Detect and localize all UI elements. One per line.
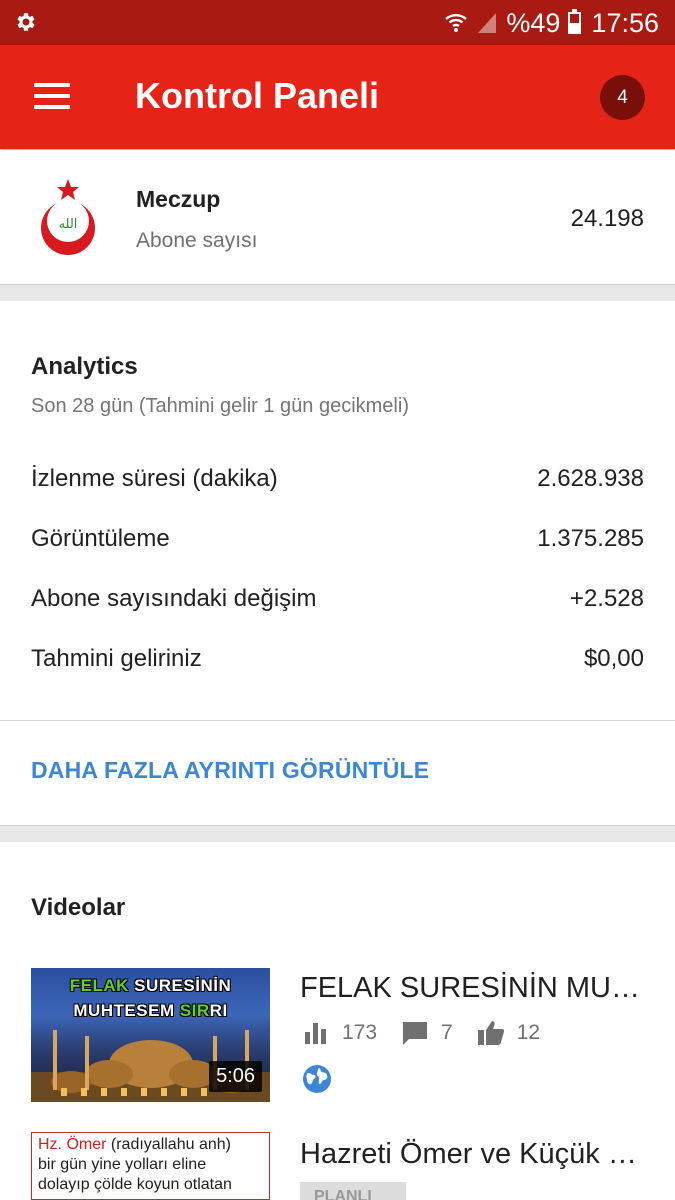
video-thumbnail[interactable]: FELAK SURESİNİN MUHTESEM SIRRI 5:06 (31, 968, 270, 1102)
battery-percent: %49 (506, 7, 561, 38)
clock: 17:56 (591, 7, 659, 38)
analytics-title: Analytics (31, 353, 138, 380)
metric-label: Tahmini geliriniz (31, 645, 202, 672)
metric-value: $0,00 (583, 645, 644, 672)
videos-title: Videolar (31, 894, 126, 921)
menu-icon[interactable] (34, 83, 70, 111)
metric-label: İzlenme süresi (dakika) (31, 465, 278, 492)
channel-card[interactable]: الله Meczup Abone sayısı 24.198 (0, 150, 675, 285)
metric-value: 1.375.285 (537, 525, 644, 552)
thumbnail-caption: FELAK SURESİNİN (69, 976, 232, 995)
metric-row-revenue: Tahmini geliriniz $0,00 (31, 641, 644, 677)
metric-value: +2.528 (569, 585, 644, 612)
wifi-icon (445, 14, 468, 32)
analytics-card: Analytics Son 28 gün (Tahmini gelir 1 gü… (0, 301, 675, 826)
video-stats: 173 7 12 (302, 1020, 564, 1046)
bar-chart-icon (305, 1023, 326, 1044)
scheduled-tag: PLANLI (300, 1182, 406, 1200)
thumbnail-caption: MUHTESEM SIRRI (73, 1001, 228, 1020)
like-count: 12 (516, 1021, 541, 1044)
channel-name: Meczup (136, 186, 221, 212)
videos-card: Videolar FELAK SURESİNİN MUHTESEM SIRRI (0, 842, 675, 1200)
app-bar: Kontrol Paneli 4 (0, 45, 675, 149)
signal-icon (478, 13, 497, 33)
metric-label: Abone sayısındaki değişim (31, 585, 317, 612)
thumbs-up-icon (477, 1021, 504, 1045)
divider (0, 720, 675, 721)
battery-icon (568, 9, 582, 34)
metric-row-watch-time: İzlenme süresi (dakika) 2.628.938 (31, 461, 644, 497)
subscriber-label: Abone sayısı (136, 229, 258, 252)
settings-gear-icon (17, 13, 35, 31)
video-title[interactable]: FELAK SURESİNİN MUHTESEM SIRRI (300, 972, 645, 1005)
metric-row-subscriber-change: Abone sayısındaki değişim +2.528 (31, 581, 644, 617)
metric-value: 2.628.938 (537, 465, 644, 492)
analytics-subtitle: Son 28 gün (Tahmini gelir 1 gün gecikmel… (31, 395, 409, 417)
video-duration: 5:06 (209, 1061, 262, 1092)
metric-row-views: Görüntüleme 1.375.285 (31, 521, 644, 557)
video-thumbnail[interactable]: Hz. Ömer (radıyallahu anh) bir gün yine … (31, 1132, 270, 1200)
svg-text:الله: الله (59, 217, 78, 232)
globe-icon (303, 1065, 331, 1093)
more-details-link[interactable]: DAHA FAZLA AYRINTI GÖRÜNTÜLE (31, 757, 429, 784)
comment-count: 7 (441, 1021, 453, 1044)
metric-label: Görüntüleme (31, 525, 170, 552)
comment-icon (403, 1022, 428, 1045)
channel-logo: الله (41, 179, 95, 255)
view-count: 173 (342, 1021, 378, 1044)
notification-badge[interactable]: 4 (600, 75, 645, 120)
page-title: Kontrol Paneli (135, 75, 380, 116)
status-bar: %49 17:56 (0, 0, 675, 45)
video-title[interactable]: Hazreti Ömer ve Küçük Çoban (300, 1138, 645, 1171)
subscriber-count: 24.198 (570, 205, 644, 232)
